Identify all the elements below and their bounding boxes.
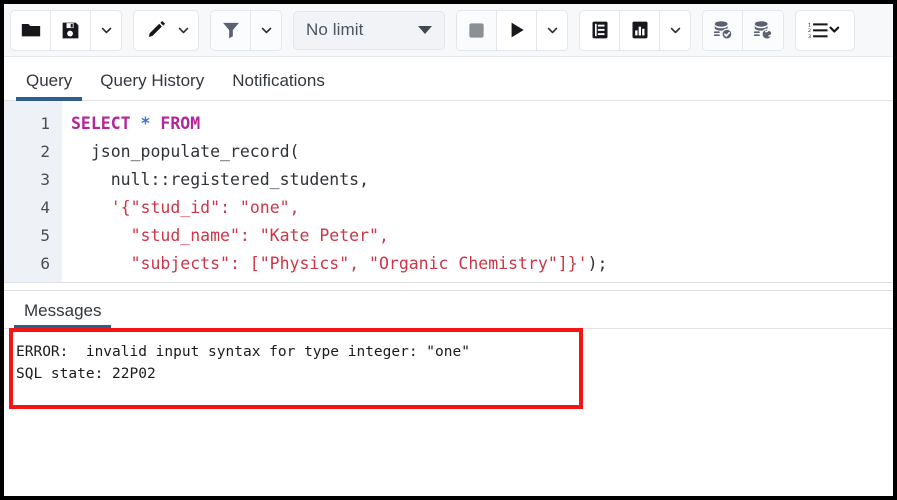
error-message-line-1: ERROR: invalid input syntax for type int… [16,341,893,363]
code-token: "subjects": ["Physics", "Organic Chemist… [71,254,588,273]
svg-text:3: 3 [808,34,811,40]
editor-results-splitter[interactable] [4,282,893,291]
edit-button[interactable] [134,11,174,50]
caret-down-icon [418,26,432,34]
svg-text:1: 1 [808,22,811,28]
numbered-list-chevron-icon: 1 2 3 [808,20,842,40]
save-file-button[interactable] [51,11,91,50]
play-icon [507,20,527,40]
folder-icon [20,19,42,41]
row-limit-label: No limit [306,20,363,40]
save-icon [60,20,81,41]
explain-analyze-button[interactable] [620,11,660,50]
code-line: json_populate_record( [71,138,893,166]
code-token: json_populate_record( [71,142,299,161]
code-line: SELECT * FROM [71,110,893,138]
line-number: 3 [4,166,61,194]
code-token: * [141,114,151,133]
code-token: "stud_name": "Kate Peter", [71,226,389,245]
line-number: 6 [4,250,61,278]
line-number: 4 [4,194,61,222]
explain-e-icon [590,20,610,40]
filter-button[interactable] [211,11,251,50]
query-tool-toolbar: No limit [4,4,893,57]
stop-square-icon [467,21,486,40]
row-limit-select[interactable]: No limit [293,11,445,50]
save-dropdown-button[interactable] [91,11,121,50]
pencil-icon [146,20,167,41]
results-tabbar: Messages [4,291,893,329]
code-line: "stud_name": "Kate Peter", [71,222,893,250]
code-token: null::registered_students, [71,170,369,189]
pgadmin-query-tool-window: No limit [4,4,893,496]
query-tool-tabbar: Query Query History Notifications [4,57,893,101]
rollback-button[interactable] [743,11,783,50]
sql-code-content[interactable]: SELECT * FROM json_populate_record( null… [62,101,893,282]
chevron-down-icon [260,24,273,37]
tab-notifications[interactable]: Notifications [218,71,339,100]
tab-notifications-label: Notifications [232,71,325,90]
line-number: 1 [4,110,61,138]
tab-messages-label: Messages [24,301,101,320]
code-line: "subjects": ["Physics", "Organic Chemist… [71,250,893,278]
commit-button[interactable] [703,11,743,50]
explain-analyze-chart-icon [630,20,650,40]
macros-button[interactable]: 1 2 3 [796,11,854,50]
code-token [150,114,160,133]
chevron-down-icon [546,24,559,37]
code-token [71,198,111,217]
explain-button-group [579,10,691,51]
messages-panel: ERROR: invalid input syntax for type int… [4,329,893,489]
tab-query-history-label: Query History [100,71,204,90]
edit-dropdown-button[interactable] [174,11,198,50]
edit-button-group [133,10,199,51]
open-file-button[interactable] [11,11,51,50]
code-token: ); [588,254,608,273]
database-check-icon [712,19,734,41]
chevron-down-icon [669,24,682,37]
code-token: SELECT [71,114,131,133]
tab-query[interactable]: Query [12,71,86,100]
code-line: null::registered_students, [71,166,893,194]
code-line: '{"stud_id": "one", [71,194,893,222]
execute-dropdown-button[interactable] [537,11,567,50]
chevron-down-icon [100,24,113,37]
tab-query-label: Query [26,71,72,90]
line-number: 5 [4,222,61,250]
code-token [131,114,141,133]
stop-button[interactable] [457,11,497,50]
sql-editor[interactable]: 1 2 3 4 5 6 SELECT * FROM json_populate_… [4,101,893,282]
line-number: 2 [4,138,61,166]
database-rollback-icon [752,19,774,41]
filter-dropdown-button[interactable] [251,11,281,50]
tab-messages[interactable]: Messages [12,301,113,328]
file-button-group [10,10,122,51]
transaction-button-group [702,10,784,51]
chevron-down-icon [177,24,190,37]
code-token: '{"stud_id": "one", [111,198,300,217]
execute-button[interactable] [497,11,537,50]
tab-query-history[interactable]: Query History [86,71,218,100]
execute-button-group [456,10,568,51]
error-message-line-2: SQL state: 22P02 [16,363,893,385]
editor-line-number-gutter: 1 2 3 4 5 6 [4,101,62,282]
code-token: FROM [160,114,200,133]
explain-dropdown-button[interactable] [660,11,690,50]
filter-button-group [210,10,282,51]
explain-button[interactable] [580,11,620,50]
macros-button-group: 1 2 3 [795,10,855,51]
filter-icon [221,20,241,40]
svg-text:2: 2 [808,28,811,34]
